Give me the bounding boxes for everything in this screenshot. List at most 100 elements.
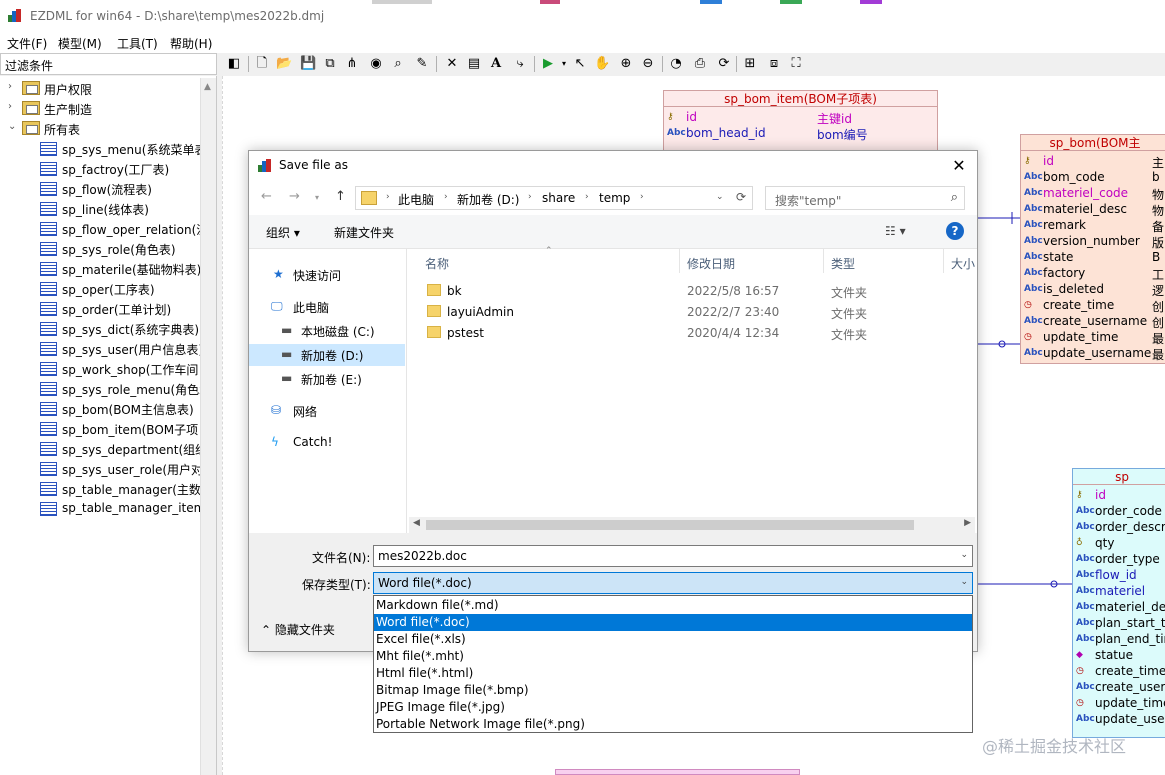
tree-table-item[interactable]: sp_materile(基础物料表): [40, 259, 200, 279]
zoom-out-icon[interactable]: ⊖: [640, 56, 656, 72]
tree-table-item[interactable]: sp_table_manager(主数: [40, 479, 200, 499]
new-folder-button[interactable]: 新建文件夹: [334, 224, 394, 241]
collapse-icon[interactable]: ⌄: [8, 121, 16, 132]
tree-table-item[interactable]: sp_table_manager_item: [40, 499, 200, 519]
text-icon[interactable]: A: [488, 56, 504, 72]
run-dropdown-icon[interactable]: ▾: [556, 56, 572, 72]
nav-volume-e[interactable]: ▬ 新加卷 (E:): [249, 368, 405, 390]
tree-scrollbar[interactable]: ▲: [200, 78, 216, 775]
nav-quick-access[interactable]: ★ 快速访问: [249, 264, 405, 286]
menu-help[interactable]: 帮助(H): [170, 35, 212, 52]
filetype-option[interactable]: Html file(*.html): [374, 665, 972, 682]
tree-table-item[interactable]: sp_sys_dict(系统字典表): [40, 319, 200, 339]
nav-catch[interactable]: ϟ Catch!: [249, 432, 405, 454]
link-icon[interactable]: ⤷: [512, 56, 528, 72]
tree-folder-user-permissions[interactable]: › 用户权限: [8, 79, 202, 99]
tree-table-item[interactable]: sp_flow_oper_relation(流: [40, 219, 200, 239]
tree-table-item[interactable]: sp_flow(流程表): [40, 179, 200, 199]
toggle-panel-icon[interactable]: ◧: [226, 56, 242, 72]
organize-button[interactable]: 组织 ▾: [266, 224, 300, 241]
tree-table-item[interactable]: sp_sys_menu(系统菜单表: [40, 139, 200, 159]
chevron-right-icon[interactable]: ›: [585, 192, 589, 202]
filetype-option[interactable]: Word file(*.doc): [374, 614, 972, 631]
filetype-option[interactable]: Portable Network Image file(*.png): [374, 716, 972, 733]
column-separator[interactable]: [823, 249, 824, 273]
recent-dropdown-icon[interactable]: ▾: [315, 193, 319, 202]
table-icon[interactable]: ▤: [466, 56, 482, 72]
tree-table-item[interactable]: sp_sys_role(角色表): [40, 239, 200, 259]
search-box[interactable]: 搜索"temp" ⌕: [765, 186, 965, 210]
column-date[interactable]: 修改日期: [687, 255, 735, 272]
tree-folder-production[interactable]: › 生产制造: [8, 99, 202, 119]
find-icon[interactable]: ⌕: [390, 56, 406, 72]
column-separator[interactable]: [679, 249, 680, 273]
breadcrumb-temp[interactable]: temp: [599, 191, 630, 205]
expand-icon[interactable]: ›: [8, 101, 12, 112]
filetype-option[interactable]: Mht file(*.mht): [374, 648, 972, 665]
pointer-icon[interactable]: ↖: [572, 56, 588, 72]
chevron-right-icon[interactable]: ›: [386, 192, 390, 202]
pen-icon[interactable]: ✎: [414, 56, 430, 72]
file-row[interactable]: layuiAdmin 2022/2/7 23:40 文件夹: [409, 302, 969, 323]
tree-table-item[interactable]: sp_sys_department(组织: [40, 439, 200, 459]
entity-bom[interactable]: sp_bom(BOM主 ⚷ id 主 Abc bom_code b Abc materiel_…: [1020, 134, 1165, 364]
save-icon[interactable]: 💾: [300, 56, 316, 72]
breadcrumb-share[interactable]: share: [542, 191, 575, 205]
chevron-down-icon[interactable]: ⌄: [960, 550, 968, 560]
delete-icon[interactable]: ✕: [444, 56, 460, 72]
chevron-down-icon[interactable]: ⌄: [716, 192, 724, 202]
layout-icon[interactable]: ⊞: [742, 56, 758, 72]
scroll-thumb[interactable]: [426, 520, 914, 530]
menu-tools[interactable]: 工具(T): [117, 35, 158, 52]
scroll-left-icon[interactable]: ◀: [413, 518, 420, 528]
file-list-hscroll[interactable]: ◀ ▶: [409, 517, 975, 533]
filetype-option[interactable]: Bitmap Image file(*.bmp): [374, 682, 972, 699]
export-icon[interactable]: ⧈: [766, 56, 782, 72]
breadcrumb-this-pc[interactable]: 此电脑: [398, 191, 434, 208]
tree-table-item[interactable]: sp_order(工单计划): [40, 299, 200, 319]
print-icon[interactable]: ⎙: [692, 56, 708, 72]
expand-icon[interactable]: ›: [8, 81, 12, 92]
breadcrumb-drive-d[interactable]: 新加卷 (D:): [457, 191, 519, 208]
back-icon[interactable]: ←: [261, 189, 272, 204]
tree-table-item[interactable]: sp_oper(工序表): [40, 279, 200, 299]
filename-input[interactable]: mes2022b.doc ⌄: [373, 545, 973, 567]
filetype-option[interactable]: Excel file(*.xls): [374, 631, 972, 648]
file-row[interactable]: pstest 2020/4/4 12:34 文件夹: [409, 323, 969, 344]
tree-table-item[interactable]: sp_work_shop(工作车间: [40, 359, 200, 379]
filter-label[interactable]: 过滤条件: [0, 53, 217, 75]
tag-icon[interactable]: ◔: [668, 56, 684, 72]
chevron-down-icon[interactable]: ⌄: [960, 577, 968, 587]
fullscreen-icon[interactable]: ⛶: [788, 56, 804, 72]
nav-network[interactable]: ⛁ 网络: [249, 400, 405, 422]
column-name[interactable]: 名称: [425, 255, 449, 272]
hide-folders-toggle[interactable]: ⌃ 隐藏文件夹: [261, 621, 335, 638]
filetype-option[interactable]: JPEG Image file(*.jpg): [374, 699, 972, 716]
help-icon[interactable]: ?: [946, 222, 964, 240]
column-type[interactable]: 类型: [831, 255, 855, 272]
tree-table-item[interactable]: sp_sys_role_menu(角色x: [40, 379, 200, 399]
search-icon[interactable]: ⌕: [951, 190, 958, 205]
menu-model[interactable]: 模型(M): [58, 35, 102, 52]
open-icon[interactable]: 📂: [276, 56, 292, 72]
column-size[interactable]: 大小: [951, 255, 975, 272]
new-icon[interactable]: 🗋: [254, 56, 270, 72]
tree-table-item[interactable]: sp_line(线体表): [40, 199, 200, 219]
refresh-icon[interactable]: ⟳: [716, 56, 732, 72]
tree-table-item[interactable]: sp_sys_user_role(用户对: [40, 459, 200, 479]
nav-this-pc[interactable]: 🖵 此电脑: [249, 296, 405, 318]
globe-icon[interactable]: ◉: [368, 56, 384, 72]
filetype-option[interactable]: Markdown file(*.md): [374, 597, 972, 614]
tree-folder-all-tables[interactable]: ⌄ 所有表: [8, 119, 202, 139]
chevron-right-icon[interactable]: ›: [444, 192, 448, 202]
nav-volume-d[interactable]: ▬ 新加卷 (D:): [249, 344, 405, 366]
entity-partial[interactable]: [555, 769, 800, 775]
file-row[interactable]: bk 2022/5/8 16:57 文件夹: [409, 281, 969, 302]
run-icon[interactable]: ▶: [540, 56, 556, 72]
copy-icon[interactable]: ⧉: [322, 56, 338, 72]
view-options-icon[interactable]: ☷ ▾: [885, 224, 906, 238]
forward-icon[interactable]: →: [289, 189, 300, 204]
nav-local-disk-c[interactable]: ▬ 本地磁盘 (C:): [249, 320, 405, 342]
address-bar[interactable]: › 此电脑 › 新加卷 (D:) › share › temp › ⌄ ⟳: [355, 186, 753, 210]
refresh-icon[interactable]: ⟳: [736, 190, 746, 204]
